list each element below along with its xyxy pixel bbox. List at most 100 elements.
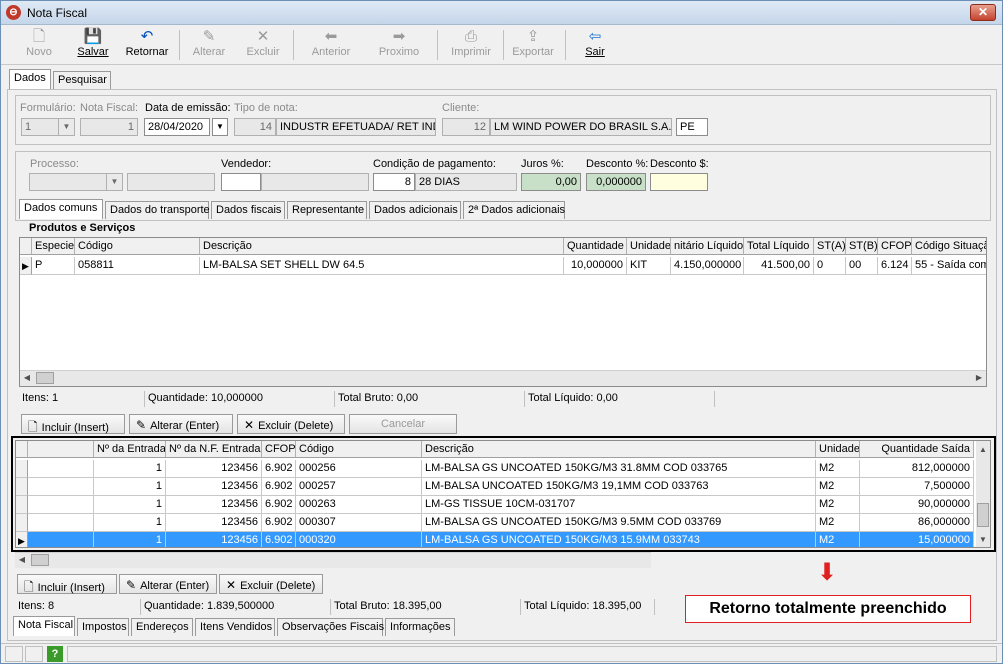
row-pointer-icon: ▶ bbox=[20, 257, 32, 275]
multselect-field[interactable] bbox=[127, 173, 215, 191]
tab-pesquisar[interactable]: Pesquisar bbox=[53, 71, 111, 89]
col-cfop[interactable]: CFOP bbox=[262, 441, 296, 458]
tipo-nota-code[interactable]: 14 bbox=[234, 118, 276, 136]
juros-label: Juros %: bbox=[521, 158, 564, 170]
excluir-button[interactable]: ✕ Excluir bbox=[239, 28, 287, 62]
retorno-vscrollbar[interactable]: ▲ ▼ bbox=[976, 441, 990, 547]
tab-impostos[interactable]: Impostos bbox=[77, 618, 129, 636]
tab-dados[interactable]: Dados bbox=[9, 69, 51, 89]
excluir-retorno-button[interactable]: ✕ Excluir (Delete) bbox=[219, 574, 323, 594]
scroll-left-icon[interactable]: ◀ bbox=[15, 553, 29, 567]
cell bbox=[28, 514, 94, 532]
tab-itens-vendidos[interactable]: Itens Vendidos bbox=[195, 618, 275, 636]
date-dropdown-button[interactable]: ▼ bbox=[212, 118, 228, 136]
desconto-valor-field[interactable] bbox=[650, 173, 708, 191]
col-unitario[interactable]: nitário Líquido bbox=[671, 238, 744, 255]
col-descricao[interactable]: Descrição bbox=[422, 441, 816, 458]
tab-dados-comuns[interactable]: Dados comuns bbox=[19, 199, 103, 219]
scroll-right-icon[interactable]: ▶ bbox=[972, 371, 986, 385]
formulario-select[interactable]: 1 ▼ bbox=[21, 118, 75, 136]
condicao-code[interactable]: 8 bbox=[373, 173, 415, 191]
cliente-code[interactable]: 12 bbox=[442, 118, 490, 136]
scroll-left-icon[interactable]: ◀ bbox=[20, 371, 34, 385]
tab-nota-fiscal[interactable]: Nota Fiscal bbox=[13, 616, 75, 636]
excluir-item-button[interactable]: ✕ Excluir (Delete) bbox=[237, 414, 345, 434]
tab-dados-adicionais[interactable]: Dados adicionais bbox=[369, 201, 461, 219]
incluir-button[interactable]: 🗋 Incluir (Insert) bbox=[21, 414, 125, 434]
col-st-a[interactable]: ST(A) bbox=[814, 238, 846, 255]
exportar-button[interactable]: ⇪ Exportar bbox=[507, 28, 559, 62]
salvar-button[interactable]: 💾 Salvar bbox=[69, 28, 117, 62]
col-situacao[interactable]: Código Situação bbox=[912, 238, 986, 255]
tab-enderecos[interactable]: Endereços bbox=[131, 618, 193, 636]
nota-fiscal-field[interactable]: 1 bbox=[80, 118, 138, 136]
cell: 000307 bbox=[296, 514, 422, 532]
proximo-button[interactable]: ➡ Proximo bbox=[367, 28, 431, 62]
col-quantidade[interactable]: Quantidade bbox=[564, 238, 627, 255]
retorno-grid: Nº da Entrada Nº da N.F. Entrada CFOP Có… bbox=[15, 440, 991, 548]
anterior-button[interactable]: ⬅ Anterior bbox=[299, 28, 363, 62]
cell: 000257 bbox=[296, 478, 422, 496]
cell: 55 - Saída com bbox=[912, 257, 986, 275]
juros-field[interactable]: 0,00 bbox=[521, 173, 581, 191]
col-cfop[interactable]: CFOP bbox=[878, 238, 912, 255]
scroll-thumb[interactable] bbox=[977, 503, 989, 527]
cell: M2 bbox=[816, 514, 860, 532]
cell: 90,000000 bbox=[860, 496, 974, 514]
help-icon[interactable]: ? bbox=[47, 646, 63, 662]
scroll-thumb[interactable] bbox=[36, 372, 54, 384]
cell: 41.500,00 bbox=[744, 257, 814, 275]
itens-count: Itens: 1 bbox=[19, 391, 145, 407]
produtos-hscrollbar[interactable]: ◀ ▶ bbox=[20, 370, 986, 386]
incluir-retorno-button[interactable]: 🗋 Incluir (Insert) bbox=[17, 574, 117, 594]
alterar-button[interactable]: ✎ Alterar bbox=[185, 28, 233, 62]
col-especie[interactable]: Especie bbox=[32, 238, 75, 255]
total-bruto: Total Bruto: 0,00 bbox=[335, 391, 525, 407]
col-n-entrada[interactable]: Nº da Entrada bbox=[94, 441, 166, 458]
cell: 6.902 bbox=[262, 514, 296, 532]
retornar-button[interactable]: ↶ Retornar bbox=[121, 28, 173, 62]
novo-button[interactable]: 🗋 Novo bbox=[15, 28, 63, 62]
cancelar-button[interactable]: Cancelar bbox=[349, 414, 457, 434]
col-unidade[interactable]: Unidade bbox=[627, 238, 671, 255]
alterar-item-button[interactable]: ✎ Alterar (Enter) bbox=[129, 414, 233, 434]
imprimir-button[interactable]: ⎙ Imprimir bbox=[445, 28, 497, 62]
tab-observacoes-fiscais[interactable]: Observações Fiscais bbox=[277, 618, 384, 636]
scroll-thumb[interactable] bbox=[31, 554, 49, 566]
tab-representante[interactable]: Representante bbox=[287, 201, 367, 219]
new-document-icon: 🗋 bbox=[32, 28, 46, 45]
scroll-up-icon[interactable]: ▲ bbox=[976, 443, 990, 457]
save-icon: 💾 bbox=[83, 28, 103, 45]
tab-informacoes[interactable]: Informações bbox=[385, 618, 455, 636]
col-codigo[interactable]: Código bbox=[296, 441, 422, 458]
tab-dados-fiscais[interactable]: Dados fiscais bbox=[211, 201, 285, 219]
col-descricao[interactable]: Descrição bbox=[200, 238, 564, 255]
processo-select[interactable]: ▼ bbox=[29, 173, 123, 191]
tab-dados-transporte[interactable]: Dados do transporte bbox=[105, 201, 210, 219]
tab-2-dados-adicionais[interactable]: 2ª Dados adicionais bbox=[463, 201, 565, 219]
produtos-title: Produtos e Serviços bbox=[29, 222, 136, 234]
arrow-right-icon: ➡ bbox=[392, 28, 406, 45]
col-total[interactable]: Total Líquido bbox=[744, 238, 814, 255]
arrow-left-icon: ⬅ bbox=[324, 28, 338, 45]
alterar-retorno-button[interactable]: ✎ Alterar (Enter) bbox=[119, 574, 217, 594]
col-codigo[interactable]: Código bbox=[75, 238, 200, 255]
vendedor-code[interactable] bbox=[221, 173, 261, 191]
edit-icon: ✎ bbox=[126, 578, 137, 592]
data-emissao-field[interactable]: 28/04/2020 bbox=[144, 118, 210, 136]
col-st-b[interactable]: ST(B) bbox=[846, 238, 878, 255]
annotation-callout: Retorno totalmente preenchido bbox=[685, 595, 971, 623]
uf-field[interactable]: PE bbox=[676, 118, 708, 136]
col-unidade[interactable]: Unidade bbox=[816, 441, 860, 458]
col-quantidade-saida[interactable]: Quantidade Saída bbox=[860, 441, 974, 458]
toolbar: 🗋 Novo 💾 Salvar ↶ Retornar ✎ Alterar ✕ Exclui… bbox=[1, 25, 1002, 65]
alterar-label: Alterar bbox=[192, 46, 226, 58]
close-button[interactable]: ✕ bbox=[970, 4, 996, 21]
col-blank[interactable] bbox=[28, 441, 94, 458]
formulario-value: 1 bbox=[25, 121, 32, 133]
col-nf-entrada[interactable]: Nº da N.F. Entrada bbox=[166, 441, 262, 458]
scroll-down-icon[interactable]: ▼ bbox=[976, 533, 990, 547]
sair-button[interactable]: ⇦ Sair bbox=[571, 28, 619, 62]
retorno-hscrollbar[interactable]: ◀ bbox=[15, 552, 651, 568]
desconto-pct-field[interactable]: 0,000000 bbox=[586, 173, 646, 191]
